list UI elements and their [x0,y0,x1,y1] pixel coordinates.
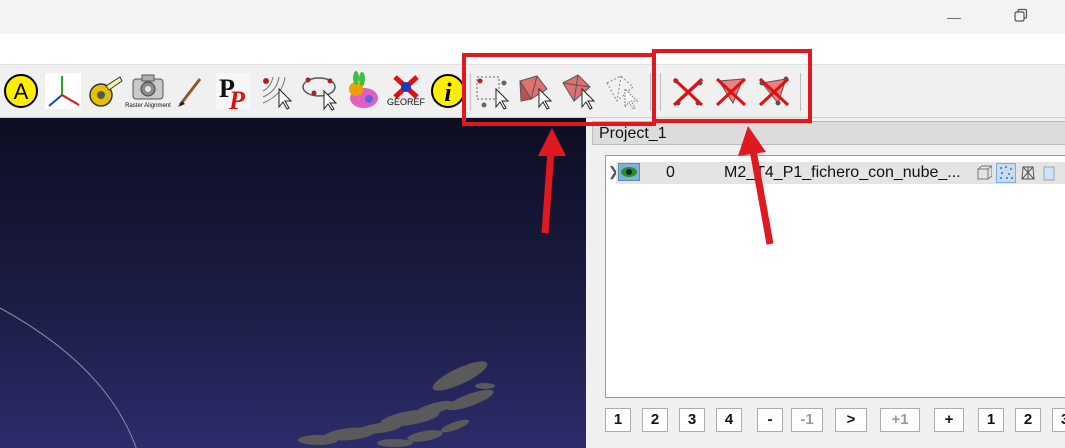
nav-button[interactable]: -1 [791,408,823,432]
svg-text:i: i [444,78,452,107]
nav-button[interactable]: 4 [716,408,742,432]
nav-button[interactable]: - [757,408,783,432]
wireframe-icon[interactable] [1020,165,1036,186]
layer-row[interactable]: 0 M2_T4_P1_fichero_con_nube_... [616,162,1065,184]
bunny-icon[interactable] [344,71,382,111]
nav-button[interactable]: 3 [679,408,705,432]
nav-button[interactable]: > [835,408,867,432]
nav-button[interactable]: 2 [1015,408,1041,432]
pp-icon[interactable]: PP [214,71,252,111]
letter-a-icon[interactable]: A [2,71,40,111]
camera-icon[interactable]: Raster Alignment [125,71,171,111]
axes-icon[interactable] [44,71,82,111]
georef-caption: GEOREF [386,97,425,107]
restore-icon[interactable] [1011,8,1031,26]
highlight-box-delete-tools [652,49,812,123]
solid-icon[interactable] [1042,165,1058,186]
title-bar: — [0,0,1065,34]
nav-button[interactable]: 1 [605,408,631,432]
project-title[interactable]: Project_1 [592,121,1065,145]
measuring-tape-icon[interactable] [86,71,124,111]
points-icon[interactable] [996,163,1016,183]
nav-button[interactable]: 2 [642,408,668,432]
navigation-buttons: 1 2 3 4 - -1 > +1 + 1 2 3 [605,408,1065,434]
box-icon[interactable] [976,165,994,186]
3d-viewport[interactable] [0,118,586,448]
svg-text:A: A [14,79,29,104]
brush-icon[interactable] [172,71,210,111]
layer-index: 0 [666,164,675,181]
ellipse-pointer-icon[interactable] [300,71,338,111]
svg-text:P: P [228,86,246,111]
eye-icon[interactable] [618,163,640,181]
grid-arc [0,307,137,448]
nav-button[interactable]: + [934,408,964,432]
layer-name: M2_T4_P1_fichero_con_nube_... [724,164,961,181]
raster-alignment-caption: Raster Alignment [125,103,171,109]
minimize-icon[interactable]: — [944,8,964,26]
point-cloud [298,361,495,447]
signal-pointer-icon[interactable] [257,71,295,111]
highlight-box-selection-tools [462,53,656,126]
nav-button[interactable]: +1 [880,408,920,432]
nav-button[interactable]: 3 [1052,408,1065,432]
nav-button[interactable]: 1 [978,408,1004,432]
layer-tree[interactable]: ❯ 0 M2_T4_P1_fichero_con_nube_... [605,155,1065,398]
georef-icon[interactable]: GEOREF [387,71,425,111]
project-panel: Project_1 ❯ 0 M2_T4_P1_fichero_con_nube_… [588,118,1065,448]
